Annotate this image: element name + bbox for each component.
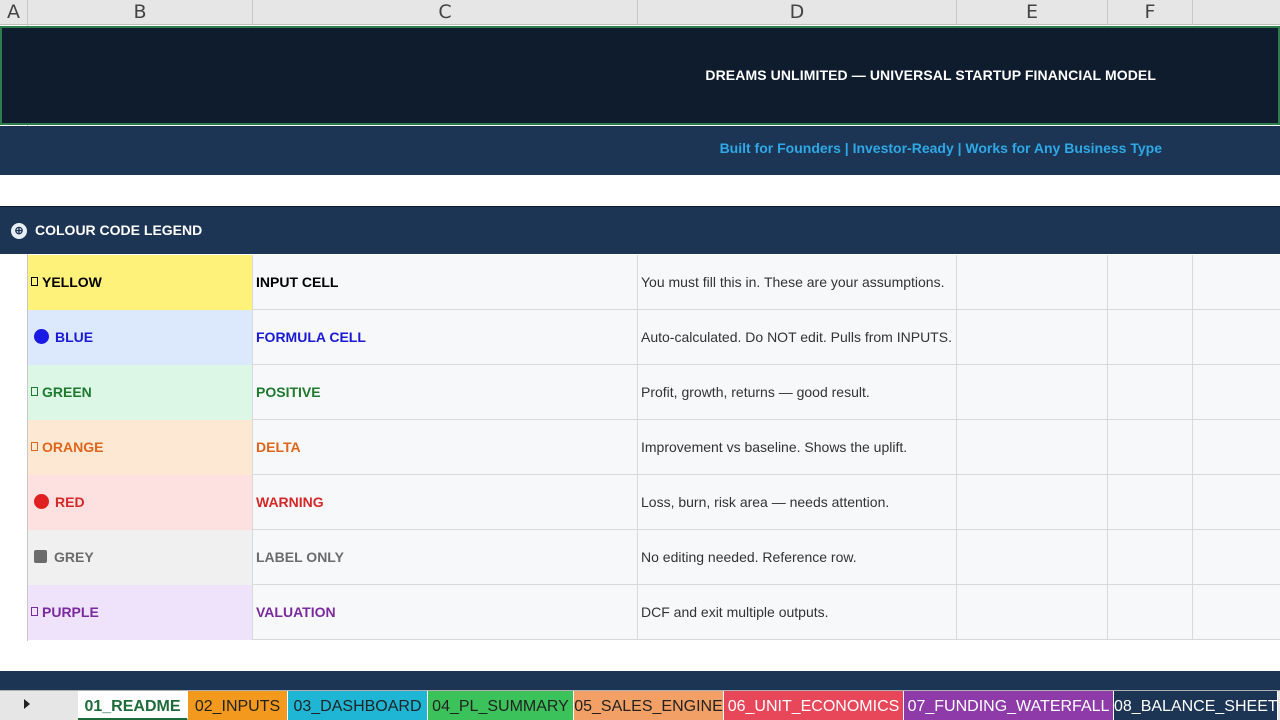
empty-cell-f[interactable] <box>1108 255 1193 310</box>
blank-row[interactable] <box>0 175 1280 207</box>
model-subtitle: Built for Founders | Investor-Ready | Wo… <box>719 140 1162 156</box>
box-icon <box>31 387 38 397</box>
legend-colour-cell[interactable]: GREY <box>28 530 253 585</box>
legend-description-cell[interactable]: You must fill this in. These are your as… <box>638 255 957 310</box>
legend-row: BLUE FORMULA CELL Auto-calculated. Do NOT … <box>0 310 1280 365</box>
title-band[interactable]: DREAMS UNLIMITED — UNIVERSAL STARTUP FIN… <box>0 26 1280 125</box>
sheet-tab-02-inputs[interactable]: 02_INPUTS <box>188 691 288 720</box>
legend-description-cell[interactable]: DCF and exit multiple outputs. <box>638 585 957 640</box>
legend-colour-cell[interactable]: ORANGE <box>28 420 253 475</box>
legend-description-cell[interactable]: Profit, growth, returns — good result. <box>638 365 957 420</box>
column-header-c[interactable]: C <box>253 0 638 25</box>
row-cell-a[interactable] <box>0 310 28 365</box>
column-header-g[interactable]: G <box>1193 0 1280 25</box>
legend-type-cell[interactable]: INPUT CELL <box>253 255 638 310</box>
subtitle-band[interactable]: Built for Founders | Investor-Ready | Wo… <box>0 126 1280 175</box>
model-title: DREAMS UNLIMITED — UNIVERSAL STARTUP FIN… <box>705 67 1156 83</box>
legend-colour-cell[interactable]: PURPLE <box>28 585 253 640</box>
tab-scroll-button[interactable] <box>0 691 78 720</box>
legend-type-cell[interactable]: POSITIVE <box>253 365 638 420</box>
empty-cell-f[interactable] <box>1108 310 1193 365</box>
legend-colour-label: GREEN <box>42 384 92 400</box>
sheet-tab-05-sales-engine[interactable]: 05_SALES_ENGINE <box>574 691 724 720</box>
legend-type-cell[interactable]: FORMULA CELL <box>253 310 638 365</box>
legend-colour-label: YELLOW <box>42 274 102 290</box>
legend-row: ORANGE DELTA Improvement vs baseline. Show… <box>0 420 1280 475</box>
sheet-tab-04-pl-summary[interactable]: 04_PL_SUMMARY <box>428 691 574 720</box>
empty-cell-e[interactable] <box>957 255 1108 310</box>
legend-colour-cell[interactable]: RED <box>28 475 253 530</box>
empty-cell-f[interactable] <box>1108 420 1193 475</box>
legend-description-cell[interactable]: Improvement vs baseline. Shows the uplif… <box>638 420 957 475</box>
legend-row: YELLOW INPUT CELL You must fill this in. T… <box>0 255 1280 310</box>
empty-cell-f[interactable] <box>1108 475 1193 530</box>
legend-type-cell[interactable]: VALUATION <box>253 585 638 640</box>
row-cell-a[interactable] <box>0 420 28 475</box>
legend-row: GREY LABEL ONLY No editing needed. Referen… <box>0 530 1280 585</box>
sheet-tab-06-unit-economics[interactable]: 06_UNIT_ECONOMICS <box>724 691 904 720</box>
empty-cell-e[interactable] <box>957 310 1108 365</box>
empty-cell-e[interactable] <box>957 365 1108 420</box>
row-cell-a[interactable] <box>0 585 28 640</box>
empty-cell-e[interactable] <box>957 585 1108 640</box>
sheet-tab-01-readme[interactable]: 01_README <box>78 691 188 720</box>
legend-type-cell[interactable]: WARNING <box>253 475 638 530</box>
legend-colour-label: GREY <box>54 549 94 565</box>
legend-colour-label: BLUE <box>55 329 94 345</box>
legend-colour-label: PURPLE <box>42 604 99 620</box>
legend-colour-cell[interactable]: GREEN <box>28 365 253 420</box>
column-header-d[interactable]: D <box>638 0 957 25</box>
scroll-right-icon <box>24 699 30 709</box>
sheet-tab-08-balance-sheet[interactable]: 08_BALANCE_SHEET <box>1114 691 1278 720</box>
circle-icon <box>34 329 49 345</box>
empty-cell-e[interactable] <box>957 475 1108 530</box>
row-cell-a[interactable] <box>0 255 28 310</box>
legend-type-cell[interactable]: LABEL ONLY <box>253 530 638 585</box>
legend-colour-cell[interactable]: YELLOW <box>28 255 253 310</box>
row-cell-a[interactable] <box>0 475 28 530</box>
blank-row[interactable] <box>0 641 1280 671</box>
square-icon <box>34 550 47 564</box>
empty-cell-e[interactable] <box>957 530 1108 585</box>
box-icon <box>31 607 38 617</box>
circle-icon <box>34 494 49 510</box>
legend-type-cell[interactable]: DELTA <box>253 420 638 475</box>
empty-cell-f[interactable] <box>1108 530 1193 585</box>
column-header-e[interactable]: E <box>957 0 1108 25</box>
globe-icon: ⊕ <box>11 223 27 239</box>
box-icon <box>31 442 38 452</box>
legend-colour-label: RED <box>55 494 85 510</box>
legend-description-cell[interactable]: Auto-calculated. Do NOT edit. Pulls from… <box>638 310 957 365</box>
row-cell-a[interactable] <box>0 365 28 420</box>
legend-description-cell[interactable]: Loss, burn, risk area — needs attention. <box>638 475 957 530</box>
legend-row: RED WARNING Loss, burn, risk area — needs … <box>0 475 1280 530</box>
next-section-band[interactable] <box>0 671 1280 691</box>
sheet-tab-07-funding-waterfall[interactable]: 07_FUNDING_WATERFALL <box>904 691 1114 720</box>
box-icon <box>31 277 38 287</box>
legend-colour-cell[interactable]: BLUE <box>28 310 253 365</box>
empty-cell-e[interactable] <box>957 420 1108 475</box>
section-title: COLOUR CODE LEGEND <box>35 222 203 238</box>
legend-colour-label: ORANGE <box>42 439 104 455</box>
column-header-a[interactable]: A <box>0 0 28 25</box>
column-header-bar: A B C D E F G <box>0 0 1280 25</box>
sheet-tab-03-dashboard[interactable]: 03_DASHBOARD <box>288 691 428 720</box>
legend-row: PURPLE VALUATION DCF and exit multiple out… <box>0 585 1280 640</box>
empty-cell-f[interactable] <box>1108 585 1193 640</box>
legend-row: GREEN POSITIVE Profit, growth, returns — g… <box>0 365 1280 420</box>
column-header-f[interactable]: F <box>1108 0 1193 25</box>
empty-cell-f[interactable] <box>1108 365 1193 420</box>
section-header[interactable]: ⊕ COLOUR CODE LEGEND <box>0 206 1280 254</box>
sheet-tab-bar: 01_README 02_INPUTS 03_DASHBOARD 04_PL_SUMM… <box>0 690 1280 720</box>
row-cell-a[interactable] <box>0 530 28 585</box>
legend-description-cell[interactable]: No editing needed. Reference row. <box>638 530 957 585</box>
column-header-b[interactable]: B <box>28 0 253 25</box>
